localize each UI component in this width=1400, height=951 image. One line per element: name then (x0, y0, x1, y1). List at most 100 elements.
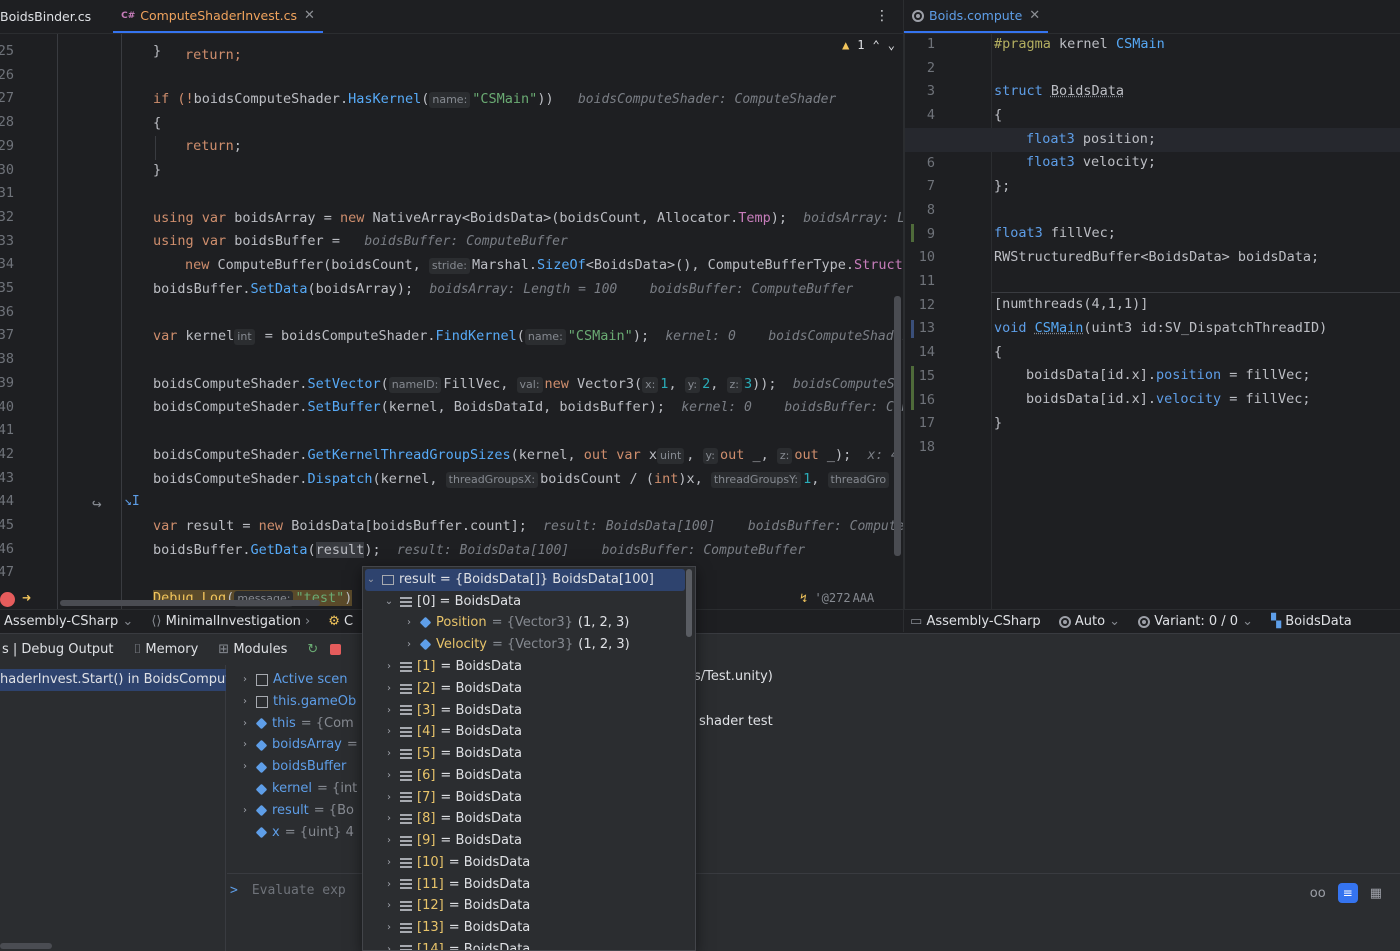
tree-item[interactable]: › [1] = BoidsData (363, 656, 685, 678)
tree-item-velocity[interactable]: › Velocity = {Vector3} (1, 2, 3) (363, 634, 685, 656)
tree-item-index: [9] (417, 833, 436, 848)
chevron-right-icon[interactable]: › (239, 713, 251, 735)
more-options-icon[interactable]: ⋮ (875, 8, 889, 24)
breadcrumb-method[interactable]: ⚙ C (328, 614, 353, 629)
chevron-right-icon[interactable]: › (239, 800, 251, 822)
format-icon[interactable]: ≡ (1337, 883, 1358, 903)
variable-row[interactable]: › boidsBuffer (239, 756, 351, 778)
rerun-icon[interactable]: ↻ (307, 642, 318, 657)
tree-item[interactable]: › [11] = BoidsData (363, 874, 685, 896)
tree-item[interactable]: › [9] = BoidsData (363, 830, 685, 852)
chevron-right-icon[interactable]: › (383, 917, 395, 939)
tree-item-value: = BoidsData (448, 920, 531, 935)
chevron-right-icon[interactable]: › (383, 808, 395, 830)
project-selector[interactable]: ▭ Assembly-CSharp (910, 614, 1041, 629)
hovered-expression[interactable]: result (315, 542, 365, 558)
popup-scrollbar[interactable] (686, 569, 692, 637)
tree-item-index: [8] (417, 811, 436, 827)
chevron-right-icon[interactable]: › (239, 734, 251, 756)
tree-item[interactable]: › [7] = BoidsData (363, 787, 685, 809)
tab-modules[interactable]: ⊞ Modules (218, 642, 287, 657)
chevron-right-icon[interactable]: › (383, 852, 395, 874)
tree-item[interactable]: › [4] = BoidsData (363, 721, 685, 743)
chevron-right-icon[interactable]: › (239, 756, 251, 778)
line-number-text: 39 (0, 374, 14, 391)
chevron-right-icon[interactable]: › (383, 895, 395, 917)
warning-icon: ▲ (842, 38, 850, 52)
calculator-icon[interactable]: ▦ (1370, 886, 1382, 901)
chevron-right-icon[interactable]: › (239, 691, 251, 713)
breadcrumb-project[interactable]: Assembly-CSharp ⌄ (4, 614, 133, 629)
variable-row[interactable]: x = {uint} 4 (239, 822, 354, 844)
stop-icon[interactable] (330, 644, 342, 655)
tab-debug-output[interactable]: s | Debug Output (2, 642, 113, 657)
close-icon[interactable]: ✕ (1029, 8, 1040, 23)
chevron-right-icon[interactable]: › (383, 743, 395, 765)
tree-item[interactable]: › [8] = BoidsData (363, 808, 685, 830)
value-tooltip-tree[interactable]: ⌄ result = {BoidsData[]} BoidsData[100] … (362, 566, 696, 951)
chevron-right-icon[interactable]: › (383, 830, 395, 852)
chevron-right-icon[interactable]: › (383, 700, 395, 722)
tree-item[interactable]: › [6] = BoidsData (363, 765, 685, 787)
tree-item[interactable]: › [10] = BoidsData (363, 852, 685, 874)
variable-row[interactable]: › result = {Bo (239, 800, 354, 822)
tree-root-result[interactable]: ⌄ result = {BoidsData[]} BoidsData[100] (365, 569, 685, 591)
chevron-right-icon[interactable]: › (383, 874, 395, 896)
code-text: (uint3 id:SV_DispatchThreadID) (1083, 320, 1328, 336)
chevron-right-icon[interactable]: › (383, 765, 395, 787)
chevron-down-icon[interactable]: ⌄ (888, 38, 895, 52)
tab-boidsbinder[interactable]: BoidsBinder.cs (0, 0, 99, 33)
chevron-right-icon[interactable]: › (383, 939, 395, 950)
tab-memory[interactable]: ⌷ Memory (133, 642, 198, 657)
tab-label: ComputeShaderInvest.cs (140, 8, 298, 23)
parameter-hint: z: (776, 448, 793, 464)
variable-row[interactable]: › this = {Com (239, 713, 354, 735)
tree-item[interactable]: › [5] = BoidsData (363, 743, 685, 765)
horizontal-scrollbar[interactable] (0, 943, 52, 949)
breakpoint-icon[interactable] (0, 592, 15, 607)
horizontal-scrollbar[interactable] (60, 600, 320, 606)
variable-row[interactable]: kernel = {int (239, 778, 357, 800)
tab-boids-compute[interactable]: Boids.compute ✕ (904, 0, 1049, 33)
tree-item-0[interactable]: ⌄ [0] = BoidsData (363, 591, 685, 613)
vertical-scrollbar[interactable] (894, 296, 901, 556)
mode-selector[interactable]: Auto ⌄ (1058, 614, 1120, 629)
stack-frame[interactable]: haderInvest.Start() in BoidsCompute (0, 669, 226, 691)
variable-row[interactable]: › boidsArray = (239, 734, 358, 756)
code-text: boidsArray = (226, 210, 340, 226)
tab-label: Boids.compute (929, 8, 1023, 23)
inline-value-hint: boidsBuffer: Compute (747, 519, 903, 534)
struct-breadcrumb[interactable]: ▚ BoidsData (1271, 614, 1352, 629)
line-number-text: 42 (0, 445, 14, 462)
line-number-text: 45 (0, 517, 14, 533)
shader-context-bar: ▭ Assembly-CSharp Auto ⌄ Variant: 0 / 0 … (904, 609, 1400, 633)
chevron-right-icon[interactable]: › (383, 787, 395, 809)
variable-row[interactable]: › Active scen (239, 669, 353, 691)
tree-item[interactable]: › [3] = BoidsData (363, 700, 685, 722)
chevron-right-icon[interactable]: › (383, 656, 395, 678)
breadcrumb-class[interactable]: ⟨⟩ MinimalInvestigation › (151, 614, 310, 629)
chevron-right-icon[interactable]: › (383, 721, 395, 743)
tree-item[interactable]: › [12] = BoidsData (363, 895, 685, 917)
code-text: boidsBuffer. (153, 281, 251, 297)
code-text: x (640, 447, 657, 463)
step-into-icon[interactable]: ↪ (92, 494, 102, 513)
tab-computeshaderinvest[interactable]: C# ComputeShaderInvest.cs ✕ (113, 0, 323, 33)
code-text: boidsComputeShader. (153, 471, 308, 487)
variant-selector[interactable]: Variant: 0 / 0 ⌄ (1138, 614, 1253, 629)
tree-item[interactable]: › [2] = BoidsData (363, 678, 685, 700)
right-code-editor[interactable]: 123456789101112131415161718 #pragma kern… (904, 34, 1400, 609)
close-icon[interactable]: ✕ (304, 8, 315, 23)
evaluate-expression-input[interactable]: > Evaluate exp (230, 883, 346, 898)
chevron-up-icon[interactable]: ⌃ (873, 38, 880, 52)
variable-row[interactable]: › this.gameOb (239, 691, 361, 713)
glasses-icon[interactable]: oo (1310, 886, 1326, 901)
chevron-right-icon[interactable]: › (383, 678, 395, 700)
inspection-widget[interactable]: ▲ 1 ⌃ ⌄ (842, 38, 895, 52)
tree-item[interactable]: › [14] = BoidsData (363, 939, 685, 950)
chevron-right-icon[interactable]: › (239, 669, 251, 691)
tree-item[interactable]: › [13] = BoidsData (363, 917, 685, 939)
shader-icon (1138, 615, 1151, 628)
left-code-editor[interactable]: ▲ 1 ⌃ ⌄ return; 25 26 27 28 29 30 31 32 33 34 35 36… (0, 34, 903, 609)
tree-item-position[interactable]: › Position = {Vector3} (1, 2, 3) (363, 612, 685, 634)
